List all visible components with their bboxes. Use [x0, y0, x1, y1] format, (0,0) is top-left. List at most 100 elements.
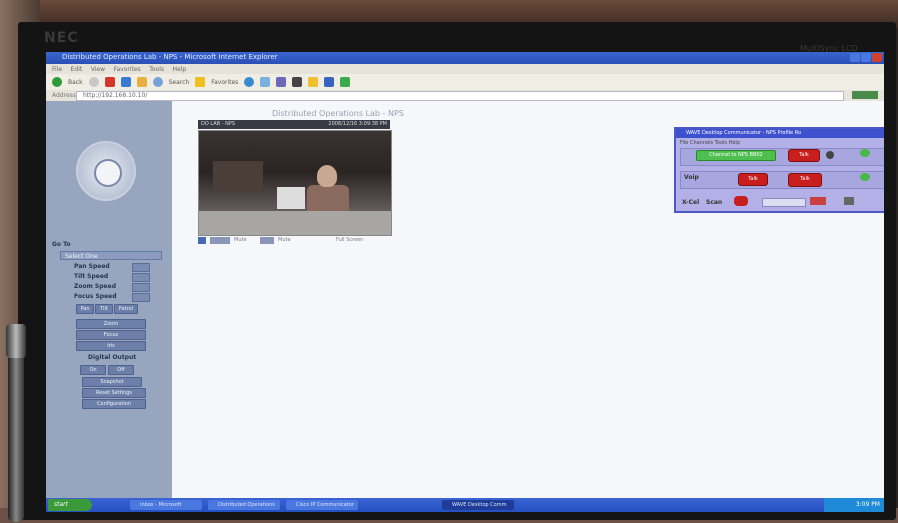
mute-label-2[interactable]: Mute — [278, 237, 291, 243]
search-label[interactable]: Search — [169, 79, 190, 86]
zoom-control[interactable]: Zoom — [76, 319, 146, 329]
snapshot-button[interactable]: Snapshot — [82, 377, 142, 387]
screen: Distributed Operations Lab - NPS - Micro… — [46, 52, 884, 512]
address-input[interactable]: http://192.168.10.10/ — [76, 91, 844, 101]
output-off-button[interactable]: Off — [108, 365, 134, 375]
frequency-field[interactable] — [762, 198, 806, 207]
goto-select[interactable]: Select One — [60, 251, 162, 260]
pan-speed-select[interactable] — [132, 263, 150, 272]
fullscreen-button[interactable]: Full Screen — [336, 237, 363, 243]
start-button[interactable]: start — [48, 499, 92, 511]
menu-tools[interactable]: Tools — [149, 66, 164, 73]
camera-caption-bar: DO LAB - NPS 2008/12/16 3:09:38 PM — [198, 120, 390, 129]
pan-button[interactable]: Pan — [76, 304, 94, 314]
ptt-icon[interactable] — [734, 196, 748, 206]
focus-control[interactable]: Focus — [76, 330, 146, 340]
voip-label: Voip — [684, 174, 699, 181]
iris-control[interactable]: Iris — [76, 341, 146, 351]
home-icon[interactable] — [136, 77, 147, 87]
talk-button-3[interactable]: Talk — [788, 173, 822, 187]
task-outlook[interactable]: Inbox - Microsoft Outlook — [130, 500, 202, 510]
menu-edit[interactable]: Edit — [71, 66, 83, 73]
communicator-menu[interactable]: File Channels Tools Help — [680, 140, 740, 146]
back-label[interactable]: Back — [68, 79, 83, 86]
menu-view[interactable]: View — [91, 66, 105, 73]
task-cisco[interactable]: Cisco IP Communicator — [286, 500, 358, 510]
address-bar: Address http://192.168.10.10/ — [46, 90, 884, 101]
menu-file[interactable]: File — [52, 66, 62, 73]
channel-button[interactable]: Channel to NPS BB02 — [696, 150, 776, 161]
forward-icon[interactable] — [88, 77, 99, 87]
print-icon[interactable] — [292, 77, 303, 87]
focus-speed-label: Focus Speed — [74, 293, 117, 300]
microphone-head — [6, 324, 26, 358]
page-title: Distributed Operations Lab - NPS — [272, 109, 404, 118]
microphone-icon[interactable] — [260, 237, 274, 244]
window-title-bar: Distributed Operations Lab - NPS - Micro… — [46, 52, 884, 64]
history-icon[interactable] — [260, 77, 271, 87]
minimize-button[interactable] — [850, 53, 860, 62]
video-desk — [199, 211, 391, 235]
configuration-button[interactable]: Configuration — [82, 399, 146, 409]
edit-icon[interactable] — [324, 77, 335, 87]
tilt-speed-label: Tilt Speed — [74, 273, 109, 280]
mute-label[interactable]: Mute — [234, 237, 247, 243]
tilt-speed-select[interactable] — [132, 273, 150, 282]
output-on-button[interactable]: On — [80, 365, 106, 375]
mail-icon[interactable] — [276, 77, 287, 87]
task-wave[interactable]: WAVE Desktop Comm — [442, 500, 514, 510]
menu-favorites[interactable]: Favorites — [114, 66, 141, 73]
goto-label: Go To — [52, 241, 71, 248]
pan-tilt-dpad[interactable] — [76, 141, 136, 201]
talk-button-2[interactable]: Talk — [738, 173, 768, 186]
volume-icon[interactable] — [826, 151, 834, 159]
microphone-stand — [8, 332, 24, 522]
scan-label: Scan — [706, 199, 723, 206]
tilt-button[interactable]: Tilt — [95, 304, 113, 314]
video-shelf — [213, 161, 263, 191]
speaker-icon[interactable] — [210, 237, 230, 244]
folder-icon[interactable] — [308, 77, 319, 87]
menu-bar: File Edit View Favorites Tools Help — [46, 64, 884, 74]
main-content: Distributed Operations Lab - NPS DO LAB … — [172, 101, 884, 498]
video-controls: Mute Mute Full Screen — [198, 236, 390, 246]
focus-speed-select[interactable] — [132, 293, 150, 302]
favorites-label[interactable]: Favorites — [211, 79, 238, 86]
media-icon[interactable] — [244, 77, 255, 87]
record-icon[interactable] — [810, 197, 826, 205]
back-icon[interactable] — [52, 77, 62, 87]
camera-video-feed[interactable] — [198, 130, 392, 236]
camera-control-panel: Go To Select One Pan Speed Tilt Speed Zo… — [46, 101, 172, 498]
pan-speed-label: Pan Speed — [74, 263, 110, 270]
address-label: Address — [52, 92, 76, 99]
talk-button-1[interactable]: Talk — [788, 149, 820, 162]
camera-label: DO LAB - NPS — [201, 121, 236, 127]
monitor-brand-logo: NEC — [44, 30, 79, 46]
task-browser[interactable]: Distributed Operations — [208, 500, 280, 510]
video-person-head — [317, 165, 337, 187]
search-icon[interactable] — [152, 77, 163, 87]
home-center-icon[interactable] — [94, 159, 122, 187]
video-monitor — [277, 187, 305, 209]
taskbar: start Inbox - Microsoft Outlook Distribu… — [46, 498, 884, 512]
stop-icon[interactable] — [104, 77, 115, 87]
video-play-icon[interactable] — [198, 237, 206, 244]
settings-icon[interactable] — [844, 197, 854, 205]
system-tray-clock[interactable]: 3:09 PM — [824, 498, 884, 512]
patrol-button[interactable]: Patrol — [114, 304, 138, 314]
close-button[interactable] — [872, 53, 882, 62]
messenger-icon[interactable] — [340, 77, 351, 87]
zoom-speed-select[interactable] — [132, 283, 150, 292]
reset-settings-button[interactable]: Reset Settings — [82, 388, 146, 398]
browser-toolbar: Back Search Favorites — [46, 74, 884, 90]
digital-output-label: Digital Output — [88, 354, 137, 361]
wave-communicator-window: WAVE Desktop Communicator - NPS Profile … — [674, 127, 884, 213]
channel-row-2 — [680, 171, 884, 189]
refresh-icon[interactable] — [120, 77, 131, 87]
camera-timestamp: 2008/12/16 3:09:38 PM — [328, 121, 387, 127]
go-button[interactable] — [852, 91, 878, 99]
favorites-star-icon[interactable] — [195, 77, 206, 87]
menu-help[interactable]: Help — [173, 66, 187, 73]
maximize-button[interactable] — [861, 53, 871, 62]
window-title: Distributed Operations Lab - NPS - Micro… — [62, 53, 278, 61]
